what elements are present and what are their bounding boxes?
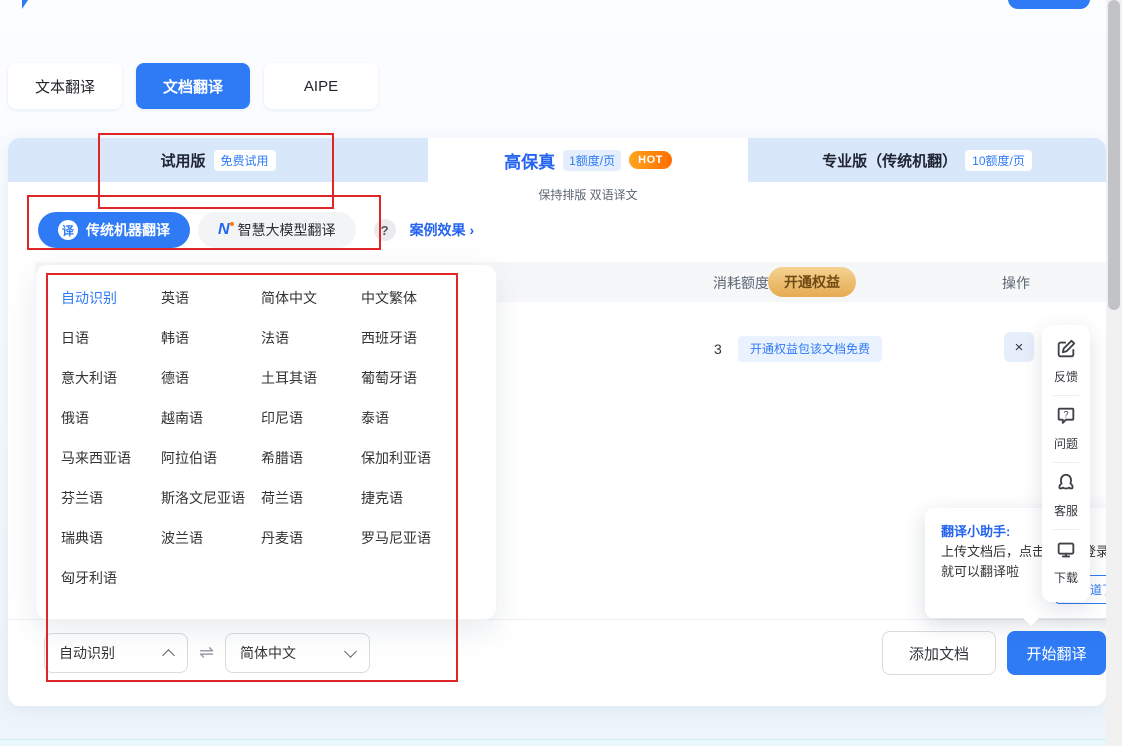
language-option[interactable]: 简体中文 <box>261 278 361 318</box>
toolbar-item-问题[interactable]: ? 问题 <box>1054 402 1078 460</box>
pen-square-icon <box>1055 338 1077 365</box>
language-option[interactable]: 韩语 <box>161 318 261 358</box>
toolbar-item-下载[interactable]: 下载 <box>1054 536 1078 594</box>
case-effect-link[interactable]: 案例效果 › <box>410 220 475 240</box>
rights-free-note[interactable]: 开通权益包该文档免费 <box>738 336 882 362</box>
monitor-icon <box>1055 539 1077 566</box>
open-rights-button[interactable]: 开通权益 <box>768 267 856 297</box>
language-grid: 自动识别英语简体中文中文繁体日语韩语法语西班牙语意大利语德语土耳其语葡萄牙语俄语… <box>61 278 496 598</box>
toolbar-item-label: 客服 <box>1054 502 1078 519</box>
toolbar-divider <box>1053 462 1079 463</box>
language-option[interactable]: 希腊语 <box>261 438 361 478</box>
language-option[interactable]: 捷克语 <box>361 478 481 518</box>
language-option[interactable]: 法语 <box>261 318 361 358</box>
top-right-button-fragment[interactable] <box>1008 0 1090 9</box>
language-option[interactable]: 丹麦语 <box>261 518 361 558</box>
language-option[interactable]: 西班牙语 <box>361 318 481 358</box>
language-option[interactable]: 罗马尼亚语 <box>361 518 481 558</box>
assistant-tooltip: 翻译小助手: 上传文档后，点击开 就可以翻译啦 我知道了 <box>925 508 1122 618</box>
engine-llm-label: 智慧大模型翻译 <box>238 220 336 240</box>
language-option[interactable]: 俄语 <box>61 398 161 438</box>
mode-tab-1[interactable]: 文档翻译 <box>136 63 250 109</box>
toolbar-item-label: 下载 <box>1054 569 1078 586</box>
hifi-quota-badge: 1额度/页 <box>563 150 621 171</box>
plan-tab-pro[interactable]: 专业版（传统机翻） 10额度/页 <box>748 138 1106 182</box>
language-option[interactable]: 斯洛文尼亚语 <box>161 478 261 518</box>
document-translate-page: 文本翻译文档翻译 AIPE 试用版 免费试用 高保真 1额度/页 HOT 专业版（… <box>0 0 1122 746</box>
translate-icon: 译 <box>58 220 78 240</box>
pro-title: 专业版（传统机翻） <box>822 150 957 171</box>
language-option[interactable]: 葡萄牙语 <box>361 358 481 398</box>
question-bubble-icon: ? <box>1055 405 1077 432</box>
language-option[interactable]: 保加利亚语 <box>361 438 481 478</box>
language-option[interactable]: 印尼语 <box>261 398 361 438</box>
hot-badge: HOT <box>629 151 672 169</box>
language-dropdown-panel: 自动识别英语简体中文中文繁体日语韩语法语西班牙语意大利语德语土耳其语葡萄牙语俄语… <box>35 264 497 620</box>
llm-logo-icon: N <box>218 222 230 238</box>
language-option[interactable]: 瑞典语 <box>61 518 161 558</box>
language-option[interactable]: 泰语 <box>361 398 481 438</box>
language-option[interactable]: 阿拉伯语 <box>161 438 261 478</box>
swap-languages-icon[interactable]: ⇌ <box>199 642 214 663</box>
mode-tabs: 文本翻译文档翻译 AIPE <box>8 63 378 109</box>
tooltip-line1: 上传文档后，点击开 <box>941 541 1058 560</box>
qq-penguin-icon <box>1055 472 1077 499</box>
close-icon[interactable]: × <box>1004 332 1034 362</box>
trial-free-badge: 免费试用 <box>214 150 276 171</box>
hifi-title: 高保真 <box>504 148 555 173</box>
toolbar-item-客服[interactable]: 客服 <box>1054 469 1078 527</box>
language-option[interactable]: 日语 <box>61 318 161 358</box>
start-translate-button[interactable]: 开始翻译 <box>1007 631 1106 675</box>
plan-tab-hifi[interactable]: 高保真 1额度/页 HOT <box>428 138 748 182</box>
language-option[interactable]: 波兰语 <box>161 518 261 558</box>
language-option[interactable]: 英语 <box>161 278 261 318</box>
engine-selector: 译 传统机器翻译 N 智慧大模型翻译 ? 案例效果 › <box>38 212 474 248</box>
help-icon[interactable]: ? <box>374 219 396 241</box>
language-option[interactable]: 自动识别 <box>61 278 161 318</box>
tooltip-title: 翻译小助手: <box>941 521 1010 540</box>
bottom-section-edge <box>0 739 1122 746</box>
toolbar-divider <box>1053 529 1079 530</box>
toolbar-item-label: 反馈 <box>1054 368 1078 385</box>
toolbar-item-反馈[interactable]: 反馈 <box>1054 335 1078 393</box>
language-option[interactable]: 荷兰语 <box>261 478 361 518</box>
engine-llm-button[interactable]: N 智慧大模型翻译 <box>198 212 356 248</box>
pro-quota-badge: 10额度/页 <box>965 150 1032 171</box>
language-option[interactable]: 中文繁体 <box>361 278 481 318</box>
language-option[interactable]: 越南语 <box>161 398 261 438</box>
cursor-arrow-icon <box>22 0 32 9</box>
toolbar-divider <box>1053 395 1079 396</box>
header-action: 操作 <box>1002 273 1030 293</box>
scrollbar-track[interactable] <box>1106 0 1122 746</box>
engine-traditional-button[interactable]: 译 传统机器翻译 <box>38 212 190 248</box>
language-option[interactable]: 马来西亚语 <box>61 438 161 478</box>
engine-traditional-label: 传统机器翻译 <box>86 220 170 240</box>
hifi-subtitle: 保持排版 双语译文 <box>428 186 748 203</box>
mode-tab-0[interactable]: 文本翻译 <box>8 63 122 109</box>
language-option[interactable]: 意大利语 <box>61 358 161 398</box>
trial-title: 试用版 <box>160 150 205 171</box>
source-language-select[interactable]: 自动识别 <box>44 633 188 673</box>
target-language-value: 简体中文 <box>240 643 296 663</box>
language-option[interactable]: 匈牙利语 <box>61 558 161 598</box>
header-consume-quota: 消耗额度 <box>713 273 769 293</box>
tooltip-line2: 就可以翻译啦 <box>941 561 1019 580</box>
doc-quota-value: 3 <box>714 341 722 357</box>
floating-side-toolbar: 反馈? 问题客服下载 <box>1042 325 1090 602</box>
target-language-select[interactable]: 简体中文 <box>225 633 370 673</box>
scrollbar-thumb[interactable] <box>1108 0 1120 310</box>
source-language-value: 自动识别 <box>59 643 115 663</box>
chevron-up-icon <box>162 649 175 662</box>
plan-tab-trial[interactable]: 试用版 免费试用 <box>8 138 428 182</box>
svg-text:?: ? <box>1063 409 1068 419</box>
language-option[interactable]: 德语 <box>161 358 261 398</box>
language-option[interactable]: 芬兰语 <box>61 478 161 518</box>
toolbar-item-label: 问题 <box>1054 435 1078 452</box>
language-option[interactable]: 土耳其语 <box>261 358 361 398</box>
chevron-down-icon <box>344 645 357 658</box>
add-document-button[interactable]: 添加文档 <box>882 631 996 675</box>
mode-tab-2[interactable]: AIPE <box>264 63 378 109</box>
